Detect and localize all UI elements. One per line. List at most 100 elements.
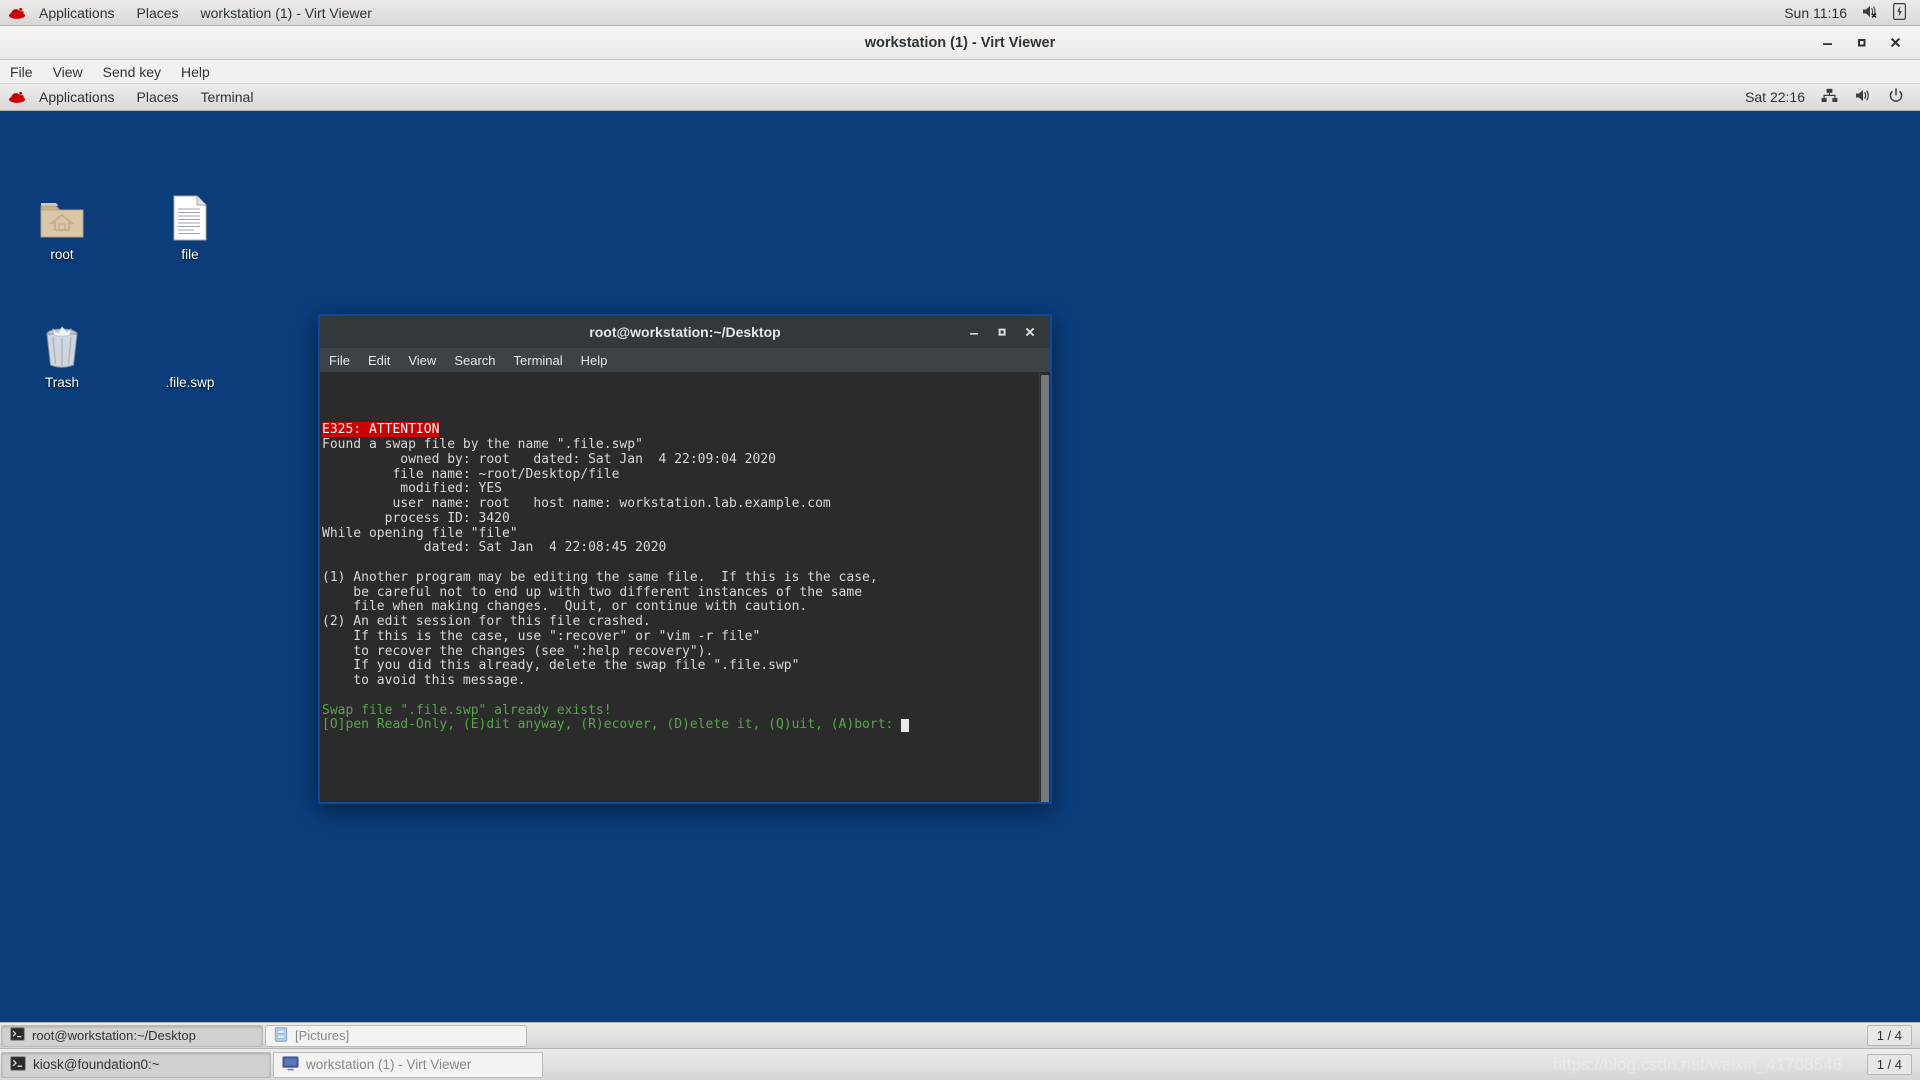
virt-viewer-title: workstation (1) - Virt Viewer — [864, 34, 1056, 51]
desktop-icon-trash[interactable]: Trash — [14, 317, 110, 390]
terminal-title: root@workstation:~/Desktop — [589, 324, 781, 340]
host-task-kiosk-terminal[interactable]: kiosk@foundation0:~ — [1, 1051, 271, 1078]
guest-top-panel: Applications Places Terminal Sat 22:16 — [0, 84, 1920, 111]
virt-viewer-window: workstation (1) - Virt Viewer File View … — [0, 26, 1920, 1048]
terminal-line: (1) Another program may be editing the s… — [322, 569, 878, 585]
vv-menu-view[interactable]: View — [43, 60, 93, 84]
terminal-scrollbar-thumb[interactable] — [1041, 375, 1049, 802]
host-workspace-indicator[interactable]: 1 / 4 — [1866, 1054, 1912, 1075]
terminal-menu-edit[interactable]: Edit — [359, 348, 399, 373]
desktop-icon-file-swp[interactable]: .file.swp — [142, 317, 238, 390]
terminal-line: dated: Sat Jan 4 22:08:45 2020 — [322, 540, 667, 556]
desktop-icon-root[interactable]: root — [14, 189, 110, 262]
terminal-icon — [10, 1055, 26, 1074]
terminal-cursor — [901, 719, 910, 733]
host-menu-places[interactable]: Places — [126, 0, 190, 26]
host-task-label: workstation (1) - Virt Viewer — [306, 1057, 472, 1072]
minimize-button[interactable] — [1810, 28, 1844, 58]
host-window-title-entry[interactable]: workstation (1) - Virt Viewer — [190, 0, 383, 26]
terminal-menu-search[interactable]: Search — [445, 348, 504, 373]
terminal-maximize-button[interactable] — [988, 319, 1016, 345]
terminal-line: Found a swap file by the name ".file.swp… — [322, 437, 643, 452]
guest-menu-places[interactable]: Places — [126, 84, 190, 111]
close-button[interactable] — [1878, 28, 1912, 58]
virt-viewer-menubar: File View Send key Help — [0, 60, 1920, 84]
terminal-body[interactable]: E325: ATTENTION Found a swap file by the … — [320, 373, 1050, 802]
guest-workspace-indicator[interactable]: 1 / 4 — [1866, 1025, 1912, 1046]
maximize-button[interactable] — [1844, 28, 1878, 58]
guest-desktop: Applications Places Terminal Sat 22:16 r… — [0, 84, 1920, 1048]
terminal-window: root@workstation:~/Desktop File Edit Vie… — [318, 314, 1052, 804]
terminal-line: (2) An edit session for this file crashe… — [322, 614, 651, 629]
virt-viewer-window-controls — [1810, 28, 1920, 58]
terminal-icon — [10, 1027, 25, 1044]
vv-menu-file[interactable]: File — [0, 60, 43, 84]
volume-muted-icon[interactable] — [1861, 4, 1879, 22]
terminal-error-line: E325: ATTENTION — [322, 422, 1039, 438]
desktop-icon-file[interactable]: file — [142, 189, 238, 262]
swap-notice-line: Swap file ".file.swp" already exists! — [322, 702, 612, 718]
display-icon — [282, 1055, 299, 1074]
host-menu-applications[interactable]: Applications — [28, 0, 126, 26]
terminal-line: to recover the changes (see ":help recov… — [322, 643, 714, 659]
vv-menu-help[interactable]: Help — [171, 60, 220, 84]
terminal-menu-view[interactable]: View — [399, 348, 445, 373]
guest-task-label: [Pictures] — [295, 1028, 350, 1043]
terminal-line: process ID: 3420 — [322, 510, 510, 526]
battery-charging-icon[interactable] — [1893, 2, 1907, 23]
guest-clock[interactable]: Sat 22:16 — [1745, 89, 1805, 105]
terminal-titlebar[interactable]: root@workstation:~/Desktop — [320, 316, 1050, 348]
volume-icon[interactable] — [1854, 88, 1872, 106]
terminal-output[interactable]: E325: ATTENTION Found a swap file by the … — [320, 373, 1039, 802]
redhat-logo-icon[interactable] — [6, 84, 28, 110]
terminal-line: If you did this already, delete the swap… — [322, 658, 800, 674]
swap-prompt-text: [O]pen Read-Only, (E)dit anyway, (R)ecov… — [322, 717, 902, 733]
terminal-line: While opening file "file" — [322, 525, 518, 541]
terminal-close-button[interactable] — [1016, 319, 1044, 345]
terminal-window-controls — [960, 319, 1050, 345]
terminal-line: modified: YES — [322, 481, 503, 497]
desktop-icon-label: Trash — [44, 375, 79, 390]
guest-menu-applications[interactable]: Applications — [28, 84, 126, 111]
host-top-panel: Applications Places workstation (1) - Vi… — [0, 0, 1920, 26]
network-icon[interactable] — [1821, 88, 1838, 106]
guest-taskbar: root@workstation:~/Desktop [Pictures] 1 … — [0, 1022, 1920, 1048]
terminal-minimize-button[interactable] — [960, 319, 988, 345]
terminal-menu-terminal[interactable]: Terminal — [505, 348, 572, 373]
desktop-icon-label: file — [181, 247, 199, 262]
guest-tray: Sat 22:16 — [1745, 87, 1920, 107]
terminal-line: file when making changes. Quit, or conti… — [322, 599, 808, 615]
error-code-badge: E325: ATTENTION — [322, 422, 440, 438]
host-task-label: kiosk@foundation0:~ — [33, 1057, 160, 1072]
virt-viewer-titlebar[interactable]: workstation (1) - Virt Viewer — [0, 26, 1920, 60]
trash-can-icon — [14, 317, 110, 369]
hidden-file-icon — [142, 317, 238, 369]
guest-task-label: root@workstation:~/Desktop — [32, 1028, 196, 1043]
guest-task-terminal[interactable]: root@workstation:~/Desktop — [1, 1024, 263, 1047]
terminal-menu-file[interactable]: File — [320, 348, 359, 373]
desktop-icon-label: root — [50, 247, 74, 262]
host-taskbar: kiosk@foundation0:~ workstation (1) - Vi… — [0, 1048, 1920, 1080]
redhat-logo-icon[interactable] — [6, 0, 28, 26]
file-manager-icon — [274, 1026, 288, 1045]
terminal-line: owned by: root dated: Sat Jan 4 22:09:04… — [322, 451, 776, 467]
terminal-scrollbar[interactable] — [1039, 373, 1050, 802]
vv-menu-send-key[interactable]: Send key — [93, 60, 171, 84]
terminal-menu-help[interactable]: Help — [572, 348, 617, 373]
swap-prompt-line[interactable]: [O]pen Read-Only, (E)dit anyway, (R)ecov… — [322, 717, 1039, 733]
guest-task-pictures[interactable]: [Pictures] — [265, 1024, 527, 1047]
power-icon[interactable] — [1888, 87, 1904, 107]
host-tray: Sun 11:16 — [1784, 2, 1920, 23]
terminal-line: user name: root host name: workstation.l… — [322, 496, 831, 511]
terminal-line: file name: ~root/Desktop/file — [322, 466, 620, 482]
text-document-icon — [142, 189, 238, 241]
terminal-menubar: File Edit View Search Terminal Help — [320, 348, 1050, 373]
guest-menu-terminal[interactable]: Terminal — [190, 84, 265, 111]
host-clock[interactable]: Sun 11:16 — [1784, 5, 1847, 21]
host-task-virt-viewer[interactable]: workstation (1) - Virt Viewer — [273, 1051, 543, 1078]
